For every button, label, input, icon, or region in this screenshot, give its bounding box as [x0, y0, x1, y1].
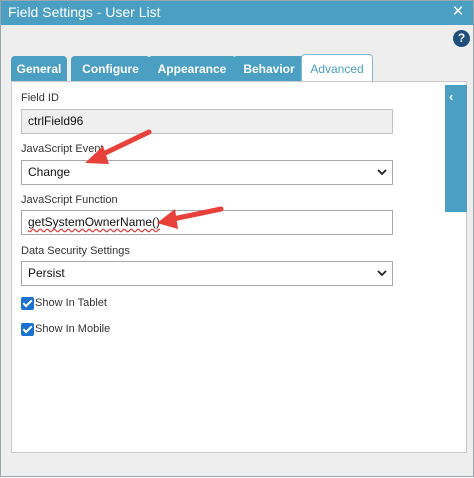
chevron-down-icon	[377, 262, 387, 294]
dialog-title: Field Settings - User List	[8, 4, 161, 20]
javascript-event-value: Change	[28, 165, 71, 179]
show-in-tablet-label: Show In Tablet	[35, 297, 107, 309]
tab-bar: General Configure Appearance Behavior Ad…	[11, 54, 474, 83]
javascript-function-label: JavaScript Function	[21, 194, 118, 206]
show-in-mobile-checkbox[interactable]	[21, 323, 34, 336]
chevron-down-icon	[377, 161, 387, 193]
collapse-panel-button[interactable]: ‹	[445, 85, 467, 212]
show-in-mobile-label: Show In Mobile	[35, 323, 111, 335]
field-id-label: Field ID	[21, 92, 59, 104]
tab-behavior[interactable]: Behavior	[233, 56, 305, 82]
close-icon[interactable]: ✕	[449, 3, 467, 21]
tab-appearance[interactable]: Appearance	[148, 56, 236, 82]
help-icon[interactable]: ?	[453, 30, 470, 47]
javascript-event-label: JavaScript Event	[21, 143, 104, 155]
data-security-label: Data Security Settings	[21, 245, 130, 257]
field-id-value: ctrlField96	[28, 114, 84, 128]
panel-footer	[11, 453, 467, 461]
field-id-input: ctrlField96	[21, 109, 393, 134]
javascript-function-value: getSystemOwnerName()	[28, 215, 161, 229]
title-bar: Field Settings - User List ✕	[1, 1, 473, 25]
tab-general[interactable]: General	[11, 56, 67, 82]
data-security-select[interactable]: Persist	[21, 261, 393, 286]
chevron-left-icon: ‹	[449, 89, 454, 104]
show-in-tablet-checkbox[interactable]	[21, 297, 34, 310]
javascript-function-input[interactable]: getSystemOwnerName()	[21, 210, 393, 235]
tab-advanced[interactable]: Advanced	[301, 54, 373, 83]
data-security-value: Persist	[28, 266, 65, 280]
field-settings-dialog: Field Settings - User List ✕ ? General C…	[0, 0, 474, 477]
javascript-event-select[interactable]: Change	[21, 160, 393, 185]
tab-configure[interactable]: Configure	[71, 56, 150, 82]
